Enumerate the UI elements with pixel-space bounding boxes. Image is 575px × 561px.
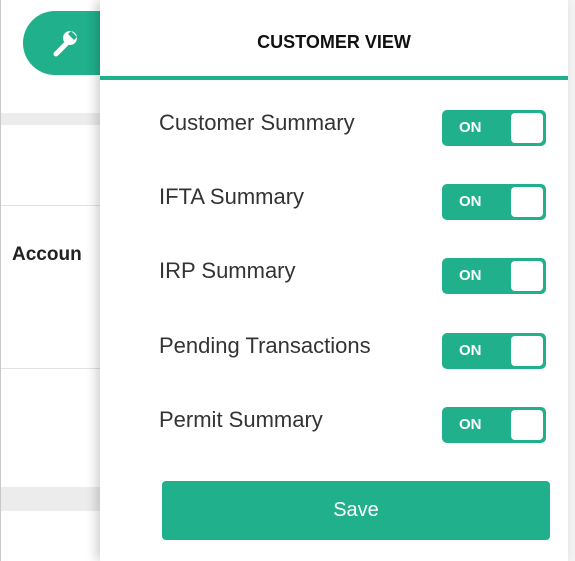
toggle-state-text: ON — [459, 193, 482, 210]
irp-summary-label: IRP Summary — [159, 258, 296, 283]
ifta-summary-toggle[interactable]: ON — [442, 184, 546, 220]
toggle-state-text: ON — [459, 119, 482, 136]
toggle-knob — [511, 336, 543, 366]
toggle-knob — [511, 261, 543, 291]
toggle-knob — [511, 187, 543, 217]
customer-summary-toggle[interactable]: ON — [442, 110, 546, 146]
pending-transactions-toggle[interactable]: ON — [442, 333, 546, 369]
ifta-summary-label: IFTA Summary — [159, 184, 305, 209]
customer-view-panel: CUSTOMER VIEW Customer Summary ON IFTA S… — [100, 0, 568, 561]
account-column-header: Accoun — [12, 244, 82, 265]
toggle-knob — [511, 410, 543, 440]
toggle-state-text: ON — [459, 342, 482, 359]
pending-transactions-label: Pending Transactions — [159, 333, 371, 358]
toggle-knob — [511, 113, 543, 143]
panel-header: CUSTOMER VIEW — [100, 0, 568, 80]
wrench-icon — [53, 31, 77, 57]
permit-summary-label: Permit Summary — [159, 407, 323, 432]
panel-title: CUSTOMER VIEW — [257, 32, 411, 52]
permit-summary-toggle[interactable]: ON — [442, 407, 546, 443]
customer-summary-label: Customer Summary — [159, 110, 355, 135]
toggle-state-text: ON — [459, 267, 482, 284]
save-button[interactable]: Save — [162, 481, 550, 540]
irp-summary-toggle[interactable]: ON — [442, 258, 546, 294]
page-scrollbar[interactable] — [568, 0, 575, 561]
toggle-state-text: ON — [459, 416, 482, 433]
